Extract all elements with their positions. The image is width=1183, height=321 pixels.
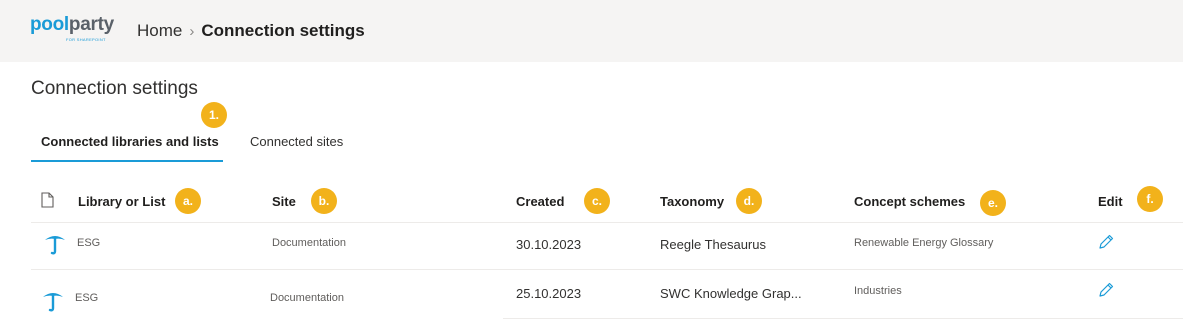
logo-subtitle: FOR SHAREPOINT — [66, 37, 106, 42]
poolparty-umbrella-icon — [43, 293, 63, 312]
row-2-library[interactable]: ESG — [75, 292, 98, 304]
column-header-library[interactable]: Library or List — [78, 194, 165, 209]
row-2-taxonomy: SWC Knowledge Grap... — [660, 286, 802, 301]
header-divider — [31, 222, 1183, 223]
annotation-marker-e: e. — [980, 190, 1006, 216]
tab-connected-sites[interactable]: Connected sites — [250, 134, 343, 149]
row-1-created: 30.10.2023 — [516, 237, 582, 252]
annotation-marker-c: c. — [584, 188, 610, 214]
breadcrumb-current: Connection settings — [201, 21, 365, 40]
top-bar: poolparty FOR SHAREPOINT Home › Connection… — [0, 0, 1183, 62]
pencil-icon[interactable] — [1098, 234, 1114, 250]
pencil-icon[interactable] — [1098, 282, 1114, 298]
annotation-marker-1: 1. — [201, 102, 227, 128]
annotation-marker-d: d. — [736, 188, 762, 214]
poolparty-logo[interactable]: poolparty FOR SHAREPOINT — [30, 14, 114, 46]
breadcrumb-home-link[interactable]: Home — [137, 21, 182, 40]
row-divider — [503, 318, 1183, 319]
column-header-created[interactable]: Created — [516, 194, 564, 209]
column-header-edit: Edit — [1098, 194, 1123, 209]
row-1-concept-schemes: Renewable Energy Glossary — [854, 237, 994, 249]
tab-connected-libraries[interactable]: Connected libraries and lists — [41, 134, 219, 149]
logo-wordmark: poolparty — [30, 14, 114, 35]
document-icon — [41, 192, 54, 208]
annotation-marker-a: a. — [175, 188, 201, 214]
row-1-library[interactable]: ESG — [77, 237, 100, 249]
row-2-concept-schemes: Industries — [854, 285, 902, 297]
breadcrumb-chevron-icon: › — [189, 23, 195, 40]
row-2-site: Documentation — [270, 292, 344, 304]
row-1-taxonomy: Reegle Thesaurus — [660, 237, 766, 252]
poolparty-umbrella-icon — [45, 236, 65, 255]
column-header-taxonomy[interactable]: Taxonomy — [660, 194, 724, 209]
row-1-site: Documentation — [272, 237, 346, 249]
active-tab-indicator — [31, 160, 223, 162]
row-2-created: 25.10.2023 — [516, 286, 582, 301]
annotation-marker-b: b. — [311, 188, 337, 214]
breadcrumb: Home › Connection settings — [137, 21, 365, 41]
column-header-concept-schemes[interactable]: Concept schemes — [854, 194, 965, 209]
row-divider — [31, 269, 1183, 270]
column-header-site[interactable]: Site — [272, 194, 296, 209]
annotation-marker-f: f. — [1137, 186, 1163, 212]
page-title: Connection settings — [31, 78, 198, 99]
